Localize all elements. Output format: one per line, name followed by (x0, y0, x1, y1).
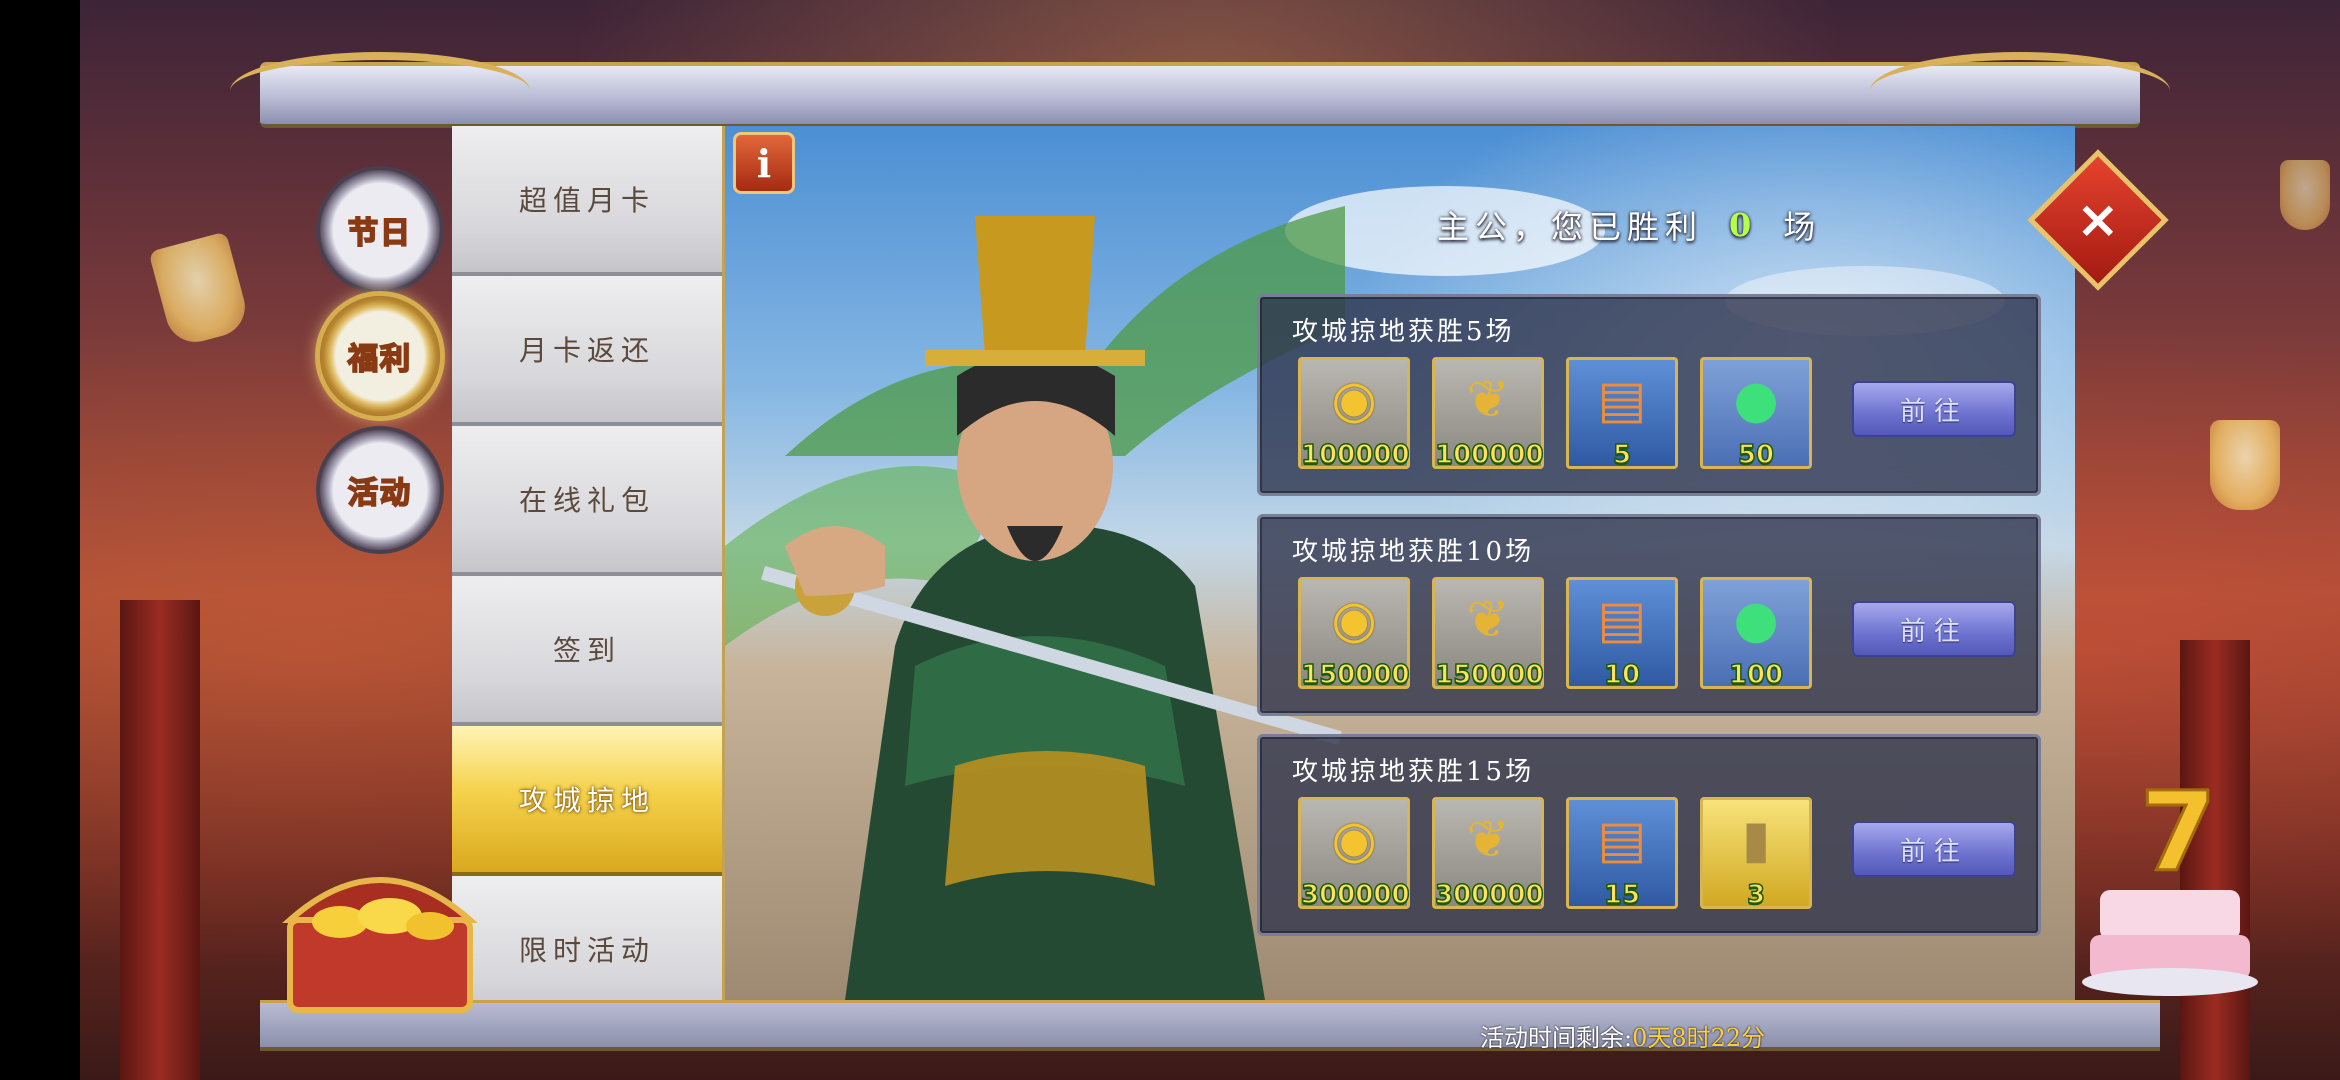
reward-quantity: 100 (1728, 659, 1784, 691)
side-tab-list: 超值月卡 月卡返还 在线礼包 签到 攻城掠地 限时活动 (452, 126, 722, 1000)
reward-item[interactable]: ▤ 5 (1566, 357, 1678, 471)
coin-icon: ◉ (1331, 590, 1377, 650)
reward-tier-title: 攻城掠地获胜10场 (1292, 537, 1535, 567)
reward-quantity: 3 (1746, 879, 1766, 911)
reward-tier-card: 攻城掠地获胜10场 ◉ 150000 ❦ 150000 ▤ 10 ● 100 前往 (1257, 514, 2041, 716)
win-count-line: 主公，您已胜利 0 场 (1437, 200, 1821, 250)
reward-quantity: 5 (1612, 439, 1632, 471)
tab-monthly-card[interactable]: 超值月卡 (452, 126, 722, 276)
tab-label: 攻城掠地 (518, 784, 655, 817)
time-remaining-value: 0天8时22分 (1632, 1024, 1766, 1052)
reward-tier-card: 攻城掠地获胜5场 ◉ 100000 ❦ 100000 ▤ 5 ● 50 前往 (1257, 294, 2041, 496)
category-label: 活动 (347, 475, 412, 512)
golden-token-icon: ▮ (1741, 810, 1771, 870)
treasure-chest-icon (282, 877, 478, 1013)
reward-quantity: 50 (1737, 439, 1775, 471)
info-button[interactable]: i (733, 132, 795, 194)
event-time-remaining: 活动时间剩余:0天8时22分 (1480, 1018, 1765, 1052)
reward-quantity: 150000 (1300, 659, 1410, 691)
tab-label: 超值月卡 (518, 184, 655, 217)
category-label: 节日 (347, 215, 412, 252)
category-festival[interactable]: 节日 (320, 170, 440, 290)
category-events[interactable]: 活动 (320, 430, 440, 550)
reward-item[interactable]: ◉ 300000 (1298, 797, 1410, 911)
grain-icon: ❦ (1466, 810, 1510, 870)
tab-label: 限时活动 (518, 934, 655, 967)
time-remaining-label: 活动时间剩余: (1480, 1024, 1633, 1052)
jade-gem-icon: ● (1733, 590, 1779, 650)
tab-online-gift[interactable]: 在线礼包 (452, 426, 722, 576)
coin-icon: ◉ (1331, 810, 1377, 870)
tab-siege[interactable]: 攻城掠地 (452, 726, 722, 876)
reward-item[interactable]: ❦ 300000 (1432, 797, 1544, 911)
reward-item[interactable]: ▤ 15 (1566, 797, 1678, 911)
win-count-value: 0 (1729, 206, 1758, 244)
reward-quantity: 100000 (1300, 439, 1410, 471)
reward-quantity: 150000 (1434, 659, 1544, 691)
reward-item[interactable]: ❦ 150000 (1432, 577, 1544, 691)
category-welfare[interactable]: 福利 (320, 296, 440, 416)
reward-tier-title: 攻城掠地获胜5场 (1292, 317, 1515, 347)
panel-top-frame (230, 52, 2170, 128)
coin-icon: ◉ (1331, 370, 1377, 430)
go-button[interactable]: 前往 (1852, 601, 2016, 657)
grain-icon: ❦ (1466, 590, 1510, 650)
tab-label: 签到 (552, 634, 621, 667)
panel-bottom-frame (260, 1000, 2160, 1051)
tab-limited-event[interactable]: 限时活动 (452, 876, 722, 1000)
win-count-prefix: 主公，您已胜利 (1437, 208, 1704, 246)
go-button[interactable]: 前往 (1852, 821, 2016, 877)
scroll-icon: ▤ (1597, 370, 1647, 430)
win-count-suffix: 场 (1783, 208, 1822, 246)
tab-monthly-card-rebate[interactable]: 月卡返还 (452, 276, 722, 426)
reward-quantity: 15 (1603, 879, 1641, 911)
go-button[interactable]: 前往 (1852, 381, 2016, 437)
reward-quantity: 10 (1603, 659, 1641, 691)
jade-gem-icon: ● (1733, 370, 1779, 430)
reward-tier-card: 攻城掠地获胜15场 ◉ 300000 ❦ 300000 ▤ 15 ▮ 3 前往 (1257, 734, 2041, 936)
info-icon: i (756, 140, 772, 186)
reward-item[interactable]: ▮ 3 (1700, 797, 1812, 911)
lantern-icon (2210, 420, 2280, 510)
svg-text:7: 7 (2140, 768, 2217, 896)
grain-icon: ❦ (1466, 370, 1510, 430)
tab-label: 月卡返还 (518, 334, 655, 367)
reward-item[interactable]: ▤ 10 (1566, 577, 1678, 691)
reward-quantity: 300000 (1434, 879, 1544, 911)
lantern-icon (2280, 160, 2330, 230)
reward-item[interactable]: ● 100 (1700, 577, 1812, 691)
category-label: 福利 (347, 341, 412, 378)
reward-quantity: 300000 (1300, 879, 1410, 911)
pillar (120, 600, 200, 1080)
reward-item[interactable]: ● 50 (1700, 357, 1812, 471)
scroll-icon: ▤ (1597, 810, 1647, 870)
tab-label: 在线礼包 (518, 484, 655, 517)
birthday-cake-icon: 7 (2082, 767, 2258, 996)
lantern-icon (148, 231, 252, 349)
reward-item[interactable]: ◉ 100000 (1298, 357, 1410, 471)
main-panel: i 主公，您已胜利 0 场 攻城掠地获胜5场 ◉ 100000 ❦ 100000 ▤… (722, 126, 2075, 1000)
tab-sign-in[interactable]: 签到 (452, 576, 722, 726)
reward-item[interactable]: ❦ 100000 (1432, 357, 1544, 471)
reward-quantity: 100000 (1434, 439, 1544, 471)
scroll-icon: ▤ (1597, 590, 1647, 650)
close-icon: × (2076, 189, 2120, 250)
reward-item[interactable]: ◉ 150000 (1298, 577, 1410, 691)
reward-tier-title: 攻城掠地获胜15场 (1292, 757, 1535, 787)
hero-illustration (725, 206, 1345, 1000)
